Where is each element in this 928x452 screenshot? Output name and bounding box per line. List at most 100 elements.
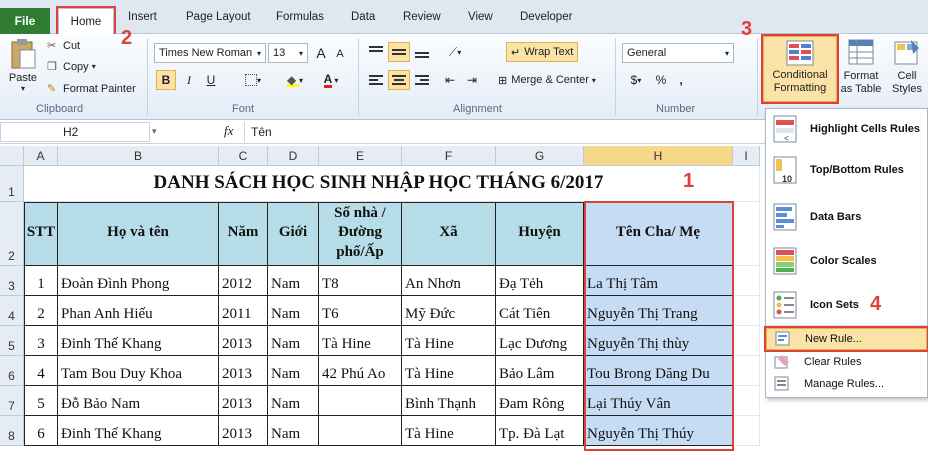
menu-item-manage-rules[interactable]: Manage Rules...	[766, 373, 927, 395]
conditional-formatting-button[interactable]: Conditional Formatting	[761, 34, 839, 104]
wrap-text-button[interactable]: ↵ Wrap Text	[506, 42, 579, 62]
column-header[interactable]: D	[268, 146, 319, 166]
table-cell[interactable]: La Thị Tâm	[584, 266, 733, 296]
column-header[interactable]: C	[219, 146, 268, 166]
cut-button[interactable]: ✂ Cut	[47, 39, 80, 53]
table-cell[interactable]: Nam	[268, 416, 319, 446]
font-name-select[interactable]: Times New Roman ▾	[154, 43, 266, 63]
table-cell[interactable]: Mỹ Đức	[402, 296, 496, 326]
name-box-dropdown-icon[interactable]: ▾	[152, 126, 157, 137]
table-cell[interactable]: Nguyễn Thị Thúy	[584, 416, 733, 446]
tab-data[interactable]: Data	[351, 11, 375, 23]
underline-button[interactable]: U	[202, 70, 220, 90]
table-header-cell[interactable]: Huyện	[496, 202, 584, 266]
menu-item-new-rule[interactable]: New Rule...	[764, 326, 928, 352]
table-cell[interactable]: Đinh Thế Khang	[58, 416, 219, 446]
table-cell[interactable]: Tp. Đà Lạt	[496, 416, 584, 446]
percent-button[interactable]: %	[652, 70, 670, 90]
column-header[interactable]: E	[319, 146, 402, 166]
merge-center-button[interactable]: ⊞ Merge & Center ▾	[498, 70, 596, 90]
format-as-table-button[interactable]: Format as Table	[838, 38, 884, 100]
align-center-icon[interactable]	[388, 70, 410, 90]
font-size-select[interactable]: 13 ▾	[268, 43, 308, 63]
column-header[interactable]: B	[58, 146, 219, 166]
empty-cell[interactable]	[733, 386, 760, 416]
table-cell[interactable]: 2013	[219, 326, 268, 356]
menu-item-clear-rules[interactable]: Clear Rules	[766, 351, 927, 373]
row-header[interactable]: 3	[0, 266, 24, 296]
table-cell[interactable]: 3	[24, 326, 58, 356]
table-cell[interactable]: 5	[24, 386, 58, 416]
row-header[interactable]: 2	[0, 202, 24, 266]
column-header[interactable]: A	[24, 146, 58, 166]
menu-item-icon-sets[interactable]: Icon Sets	[766, 287, 927, 323]
font-color-button[interactable]: A ▾	[314, 70, 348, 90]
column-header[interactable]: H	[584, 146, 733, 166]
tab-view[interactable]: View	[468, 11, 493, 23]
row-header[interactable]: 1	[0, 166, 24, 202]
table-cell[interactable]: Nam	[268, 386, 319, 416]
table-header-cell[interactable]: Giới	[268, 202, 319, 266]
table-cell[interactable]: Nguyễn Thị Trang	[584, 296, 733, 326]
menu-item-highlight-cells-rules[interactable]: < Highlight Cells Rules	[766, 111, 927, 147]
table-cell[interactable]: Đinh Thế Khang	[58, 326, 219, 356]
table-header-cell[interactable]: Số nhà /Đường phố/Ấp	[319, 202, 402, 266]
empty-cell[interactable]	[733, 296, 760, 326]
cell-styles-button[interactable]: Cell Styles	[886, 38, 928, 100]
table-cell[interactable]: T8	[319, 266, 402, 296]
row-header[interactable]: 5	[0, 326, 24, 356]
borders-button[interactable]: ▾	[240, 70, 266, 90]
grow-font-button[interactable]: A	[312, 43, 330, 63]
table-cell[interactable]: Tà Hine	[402, 416, 496, 446]
table-cell[interactable]: 2011	[219, 296, 268, 326]
table-cell[interactable]: T6	[319, 296, 402, 326]
align-top-icon[interactable]	[366, 42, 386, 62]
column-header[interactable]: G	[496, 146, 584, 166]
sheet-title[interactable]: DANH SÁCH HỌC SINH NHẬP HỌC THÁNG 6/2017	[24, 166, 733, 202]
table-cell[interactable]: Phan Anh Hiếu	[58, 296, 219, 326]
bold-button[interactable]: B	[156, 70, 176, 90]
table-cell[interactable]: Bình Thạnh	[402, 386, 496, 416]
copy-button[interactable]: ❐ Copy ▾	[47, 60, 96, 74]
table-cell[interactable]: 2	[24, 296, 58, 326]
tab-home[interactable]: Home	[56, 6, 116, 36]
table-cell[interactable]	[319, 416, 402, 446]
tab-file[interactable]: File	[0, 8, 50, 34]
tab-insert[interactable]: Insert	[128, 11, 157, 23]
comma-button[interactable]: ,	[672, 70, 690, 90]
align-left-icon[interactable]	[366, 70, 386, 90]
format-painter-button[interactable]: ✎ Format Painter	[47, 82, 136, 96]
fill-color-button[interactable]: ◆ ▾	[280, 70, 310, 90]
table-cell[interactable]: Tam Bou Duy Khoa	[58, 356, 219, 386]
table-header-cell[interactable]: Năm	[219, 202, 268, 266]
column-header[interactable]: F	[402, 146, 496, 166]
italic-button[interactable]: I	[180, 70, 198, 90]
table-cell[interactable]: Đam Rông	[496, 386, 584, 416]
empty-cell[interactable]	[733, 202, 760, 266]
table-cell[interactable]: Nam	[268, 356, 319, 386]
row-header[interactable]: 7	[0, 386, 24, 416]
table-cell[interactable]: 2013	[219, 386, 268, 416]
tab-formulas[interactable]: Formulas	[276, 11, 324, 23]
orientation-button[interactable]: ⟋ ▾	[440, 42, 470, 62]
increase-indent-icon[interactable]: ⇥	[462, 70, 482, 90]
column-header[interactable]: I	[733, 146, 760, 166]
table-cell[interactable]: Tà Hine	[319, 326, 402, 356]
spreadsheet-grid[interactable]: A B C D E F G H I 1 2 3 4 5 6 7 8 DANH SÁCH HỌC SINH NHẬP…	[0, 146, 760, 452]
table-cell[interactable]: An Nhơn	[402, 266, 496, 296]
table-cell[interactable]: 2013	[219, 416, 268, 446]
menu-item-color-scales[interactable]: Color Scales	[766, 243, 927, 279]
table-cell[interactable]: Nam	[268, 266, 319, 296]
table-cell[interactable]: 2012	[219, 266, 268, 296]
table-cell[interactable]: Đỗ Bảo Nam	[58, 386, 219, 416]
align-bottom-icon[interactable]	[412, 42, 432, 62]
table-header-cell[interactable]: STT	[24, 202, 58, 266]
tab-page-layout[interactable]: Page Layout	[186, 11, 251, 23]
table-cell[interactable]: Đoàn Đình Phong	[58, 266, 219, 296]
empty-cell[interactable]	[733, 356, 760, 386]
table-cell[interactable]: Tà Hine	[402, 356, 496, 386]
table-header-cell[interactable]: Họ và tên	[58, 202, 219, 266]
table-header-cell[interactable]: Xã	[402, 202, 496, 266]
table-cell[interactable]: Cát Tiên	[496, 296, 584, 326]
shrink-font-button[interactable]: A	[332, 45, 348, 63]
